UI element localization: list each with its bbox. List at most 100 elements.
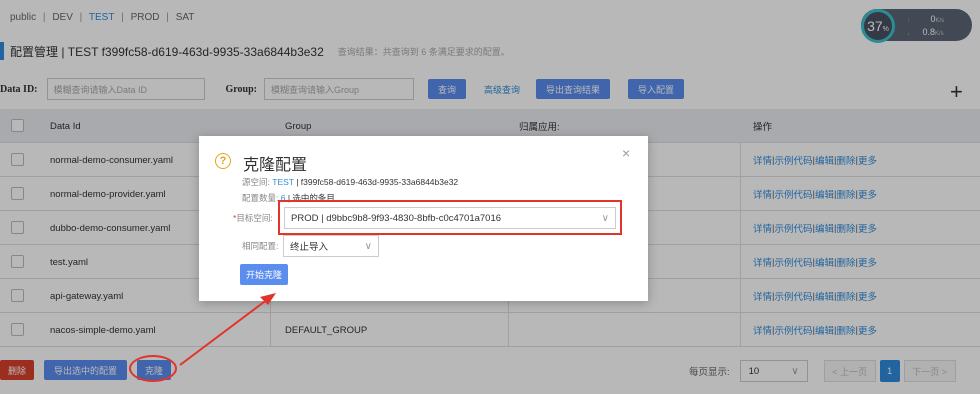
download-unit: K/s [935,31,944,37]
column-divider [740,279,741,312]
gauge-percent-unit: % [882,25,889,33]
query-button[interactable]: 查询 [428,79,467,99]
op-link[interactable]: 示例代码 [774,323,812,337]
op-link[interactable]: 示例代码 [774,255,812,269]
row-checkbox[interactable] [11,255,24,268]
upload-unit: K/s [935,18,945,24]
op-link[interactable]: 更多 [858,221,877,235]
op-link[interactable]: 更多 [858,255,877,269]
op-link[interactable]: 详情 [753,289,772,303]
op-link[interactable]: 更多 [858,289,877,303]
ns-prod[interactable]: PROD [131,12,160,23]
op-link[interactable]: 删除 [836,289,855,303]
op-link[interactable]: 更多 [858,323,877,337]
op-link[interactable]: 编辑 [815,187,834,201]
row-data-id: api-gateway.yaml [50,290,124,302]
op-link[interactable]: 详情 [753,187,772,201]
op-link[interactable]: 详情 [753,221,772,235]
op-link[interactable]: 删除 [836,153,855,167]
op-link[interactable]: 示例代码 [774,153,812,167]
header-data-id: Data Id [50,120,81,132]
op-link[interactable]: 编辑 [815,323,834,337]
row-checkbox[interactable] [11,153,24,166]
row-checkbox[interactable] [11,187,24,200]
export-selected-button[interactable]: 导出选中的配置 [44,360,128,380]
delete-button[interactable]: 删除 [0,360,35,380]
cpu-percent-circle: 37% [861,9,895,43]
start-clone-button[interactable]: 开始克隆 [240,264,289,285]
op-link[interactable]: 删除 [836,255,855,269]
op-link[interactable]: 编辑 [815,153,834,167]
next-page-button[interactable]: 下一页 > [903,360,956,382]
export-results-button[interactable]: 导出查询结果 [536,79,611,99]
row-ops: 详情 | 示例代码 | 编辑 | 删除 | 更多 [753,313,877,347]
advanced-query-link[interactable]: 高级查询 [484,83,520,96]
row-checkbox[interactable] [11,323,24,336]
op-link[interactable]: 详情 [753,323,772,337]
add-config-icon[interactable]: + [950,81,963,103]
op-link[interactable]: 编辑 [815,289,834,303]
row-checkbox[interactable] [11,289,24,302]
group-input[interactable]: 模糊查询请输入Group [264,78,414,100]
data-id-label: Data ID: [0,83,38,95]
op-link[interactable]: 编辑 [815,255,834,269]
annotation-highlight-box [278,200,622,235]
op-link[interactable]: 删除 [836,187,855,201]
column-divider [740,143,741,176]
column-divider [740,211,741,244]
same-config-value: 终止导入 [290,242,329,253]
op-link[interactable]: 删除 [836,221,855,235]
op-link[interactable]: 更多 [858,153,877,167]
close-icon[interactable]: × [622,145,630,161]
op-link[interactable]: 详情 [753,153,772,167]
ns-dev[interactable]: DEV [52,12,73,23]
page-title: 配置管理 | TEST f399fc58-d619-463d-9935-33a6… [10,44,324,59]
row-ops: 详情 | 示例代码 | 编辑 | 删除 | 更多 [753,211,877,245]
column-divider [740,313,741,346]
row-data-id: nacos-simple-demo.yaml [50,324,156,336]
target-label: 目标空间: [236,213,273,223]
data-id-input[interactable]: 模糊查询请输入Data ID [46,78,205,100]
op-link[interactable]: 编辑 [815,221,834,235]
count-label: 配置数量: [242,193,279,203]
title-accent-bar [0,42,4,60]
source-label: 源空间: [242,177,270,187]
op-link[interactable]: 示例代码 [774,187,812,201]
gauge-percent: 37 [867,18,883,34]
namespace-bar: public | DEV | TEST | PROD | SAT [10,12,198,23]
ns-sat[interactable]: SAT [176,12,195,23]
table-row: nacos-simple-demo.yaml DEFAULT_GROUP 详情 | … [0,313,980,347]
op-link[interactable]: 删除 [836,323,855,337]
same-config-select[interactable]: 终止导入 ∨ [283,235,379,257]
network-gauge: 37% ↑ 0K/s ↓ 0.8K/s [861,9,972,43]
column-divider [508,313,509,346]
row-checkbox[interactable] [11,221,24,234]
op-link[interactable]: 示例代码 [774,289,812,303]
op-link[interactable]: 详情 [753,255,772,269]
upload-arrow-icon: ↑ [907,17,911,24]
page-number-1[interactable]: 1 [879,360,900,382]
target-label-line: *目标空间: [233,212,273,224]
page-header: 配置管理 | TEST f399fc58-d619-463d-9935-33a6… [0,40,510,62]
row-data-id: normal-demo-provider.yaml [50,188,166,200]
import-config-button[interactable]: 导入配置 [628,79,685,99]
ns-public[interactable]: public [10,12,36,23]
row-ops: 详情 | 示例代码 | 编辑 | 删除 | 更多 [753,245,877,279]
column-divider [740,177,741,210]
header-ops: 操作 [753,122,773,133]
source-namespace-line: 源空间: TEST | f399fc58-d619-463d-9935-33a6… [242,176,458,188]
same-config-label: 相同配置: [242,241,279,251]
source-namespace-id: | f399fc58-d619-463d-9935-33a6844b3e32 [296,177,459,187]
row-data-id: dubbo-demo-consumer.yaml [50,222,171,234]
ns-separator: | [121,12,124,23]
op-link[interactable]: 更多 [858,187,877,201]
chevron-down-icon: ∨ [364,240,372,252]
page-size-value: 10 [748,365,760,377]
column-divider [270,313,271,346]
annotation-highlight-ellipse [129,355,177,382]
prev-page-button[interactable]: < 上一页 [823,360,876,382]
select-all-checkbox[interactable] [11,119,24,132]
page-size-select[interactable]: 10 ∨ [739,360,808,382]
ns-test[interactable]: TEST [89,12,115,23]
op-link[interactable]: 示例代码 [774,221,812,235]
